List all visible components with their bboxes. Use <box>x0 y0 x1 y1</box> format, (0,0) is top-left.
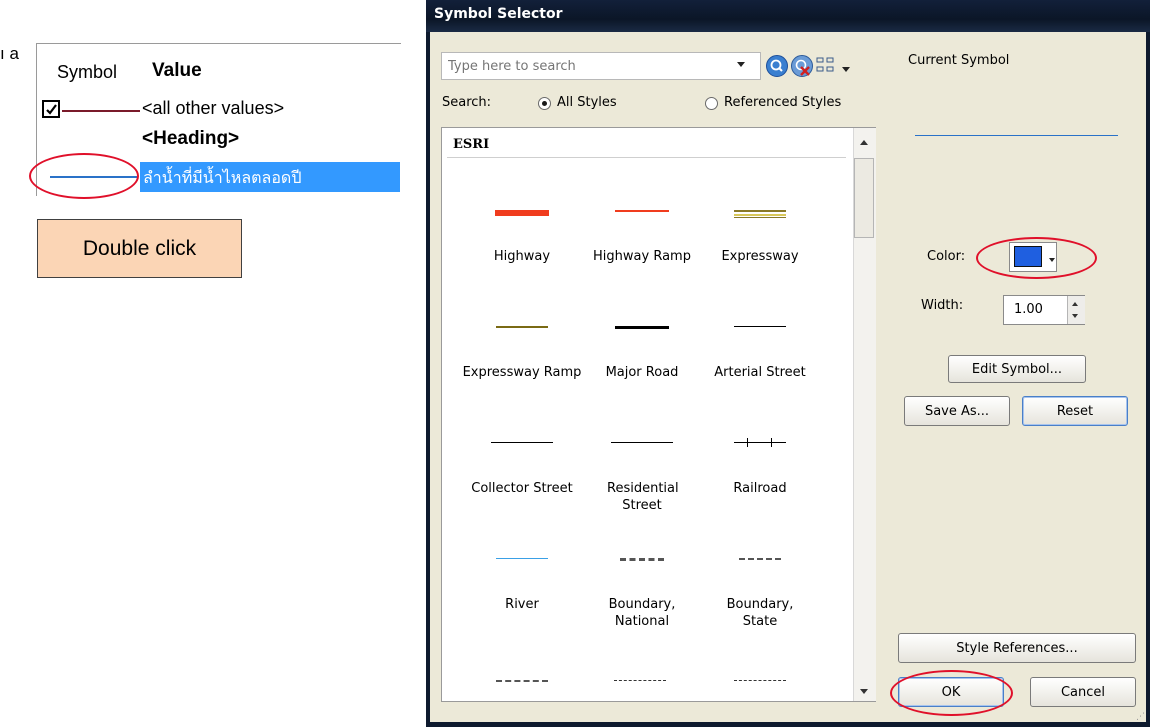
view-options-dropdown-icon[interactable] <box>842 67 850 72</box>
symbol-item-railroad[interactable]: Railroad <box>700 390 820 502</box>
railroad-swatch <box>734 442 786 443</box>
all-other-values-label: <all other values> <box>142 98 285 118</box>
symbol-label: Arterial Street <box>714 365 806 380</box>
column-header-value[interactable]: Value <box>152 60 202 82</box>
radio-all-styles[interactable] <box>538 97 551 110</box>
symbol-item-collector-street[interactable]: Collector Street <box>462 390 582 502</box>
search-input[interactable] <box>448 57 718 75</box>
checkmark-icon <box>46 104 57 115</box>
symbol-label: Major Road <box>605 365 679 380</box>
symbol-label: River <box>505 597 539 612</box>
cropped-text-fragment: ı a <box>0 44 19 63</box>
search-scope-label: Search: <box>442 95 492 110</box>
highway-swatch <box>495 210 549 216</box>
symbol-label: Railroad <box>733 481 787 496</box>
boundary-state-swatch <box>739 558 781 560</box>
resize-grip-icon[interactable]: ⋰ <box>1136 712 1145 722</box>
major-road-swatch <box>615 326 669 329</box>
magnifier-glyph <box>770 59 783 72</box>
spin-down-icon[interactable] <box>1072 314 1078 318</box>
symbol-label: Boundary, National <box>608 597 676 629</box>
expressway-swatch-inner <box>734 214 786 216</box>
symbol-item-expressway[interactable]: Expressway <box>700 158 820 270</box>
column-header-symbol[interactable]: Symbol <box>57 62 117 83</box>
symbol-swatch-partial[interactable] <box>734 680 786 681</box>
double-click-callout: Double click <box>37 219 242 278</box>
width-input[interactable] <box>1014 302 1054 317</box>
collector-street-swatch <box>491 442 553 443</box>
symbol-item-boundary-national[interactable]: Boundary, National <box>582 506 702 629</box>
radio-referenced-styles-label[interactable]: Referenced Styles <box>724 95 841 110</box>
radio-all-styles-label[interactable]: All Styles <box>557 95 617 110</box>
boundary-national-swatch <box>620 558 664 561</box>
symbol-label: Highway Ramp <box>593 249 691 264</box>
reset-button[interactable]: Reset <box>1022 396 1128 426</box>
river-swatch <box>496 558 548 559</box>
width-label: Width: <box>921 298 964 313</box>
expressway-ramp-swatch <box>496 326 548 328</box>
spin-up-icon[interactable] <box>1072 302 1078 306</box>
railroad-tick <box>747 438 748 447</box>
highway-ramp-swatch <box>615 210 669 212</box>
symbol-swatch-partial[interactable] <box>614 680 666 681</box>
width-spinner[interactable] <box>1067 296 1085 324</box>
clear-search-icon[interactable] <box>791 55 813 77</box>
highlight-ellipse-ok <box>890 670 1013 716</box>
symbol-label: Collector Street <box>471 481 573 496</box>
arterial-street-swatch <box>734 326 786 327</box>
symbol-item-major-road[interactable]: Major Road <box>582 274 702 386</box>
residential-street-swatch <box>611 442 673 443</box>
save-as-button[interactable]: Save As... <box>904 396 1010 426</box>
dialog-title: Symbol Selector <box>434 6 563 22</box>
view-options-icon[interactable] <box>816 57 838 79</box>
scroll-down-arrow-icon[interactable] <box>860 689 868 694</box>
dialog-border-left <box>426 32 430 727</box>
symbol-item-highway[interactable]: Highway <box>462 158 582 270</box>
railroad-tick <box>771 438 772 447</box>
radio-referenced-styles[interactable] <box>705 97 718 110</box>
all-other-values-checkbox[interactable] <box>42 100 60 118</box>
edit-symbol-button[interactable]: Edit Symbol... <box>948 355 1086 383</box>
color-label: Color: <box>927 249 966 264</box>
expressway-swatch <box>734 210 786 212</box>
symbol-label: Expressway Ramp <box>462 365 582 380</box>
style-group-header: ESRI <box>453 137 490 152</box>
symbol-label: Expressway <box>721 249 799 264</box>
symbol-swatch-partial[interactable] <box>496 680 548 682</box>
symbol-item-expressway-ramp[interactable]: Expressway Ramp <box>462 274 582 386</box>
current-symbol-label: Current Symbol <box>908 53 1010 68</box>
heading-row-label: <Heading> <box>142 128 240 149</box>
all-other-values-symbol[interactable] <box>62 110 140 112</box>
symbol-item-river[interactable]: River <box>462 506 582 618</box>
clear-glyph <box>795 59 810 76</box>
symbol-item-boundary-state[interactable]: Boundary, State <box>700 506 820 629</box>
highlight-ellipse-symbol <box>29 153 139 199</box>
search-icon[interactable] <box>766 55 788 77</box>
symbol-item-residential-street[interactable]: Residential Street <box>582 390 702 513</box>
symbol-label: Boundary, State <box>726 597 794 629</box>
symbol-label: Highway <box>493 249 551 264</box>
search-input-box[interactable] <box>441 52 761 80</box>
dialog-border-right <box>1146 32 1150 727</box>
current-symbol-preview <box>915 135 1118 136</box>
highlight-ellipse-color <box>976 237 1097 279</box>
selected-value-label: ลำน้ำที่มีน้ำไหลตลอดปี <box>143 168 302 187</box>
search-history-dropdown-icon[interactable] <box>737 62 745 67</box>
scrollbar-thumb[interactable] <box>854 158 874 238</box>
cancel-button[interactable]: Cancel <box>1030 677 1136 707</box>
symbol-item-highway-ramp[interactable]: Highway Ramp <box>582 158 702 270</box>
style-references-button[interactable]: Style References... <box>898 633 1136 663</box>
expressway-swatch-edge <box>734 217 786 218</box>
symbol-item-arterial-street[interactable]: Arterial Street <box>700 274 820 386</box>
dialog-border-bottom <box>426 722 1150 727</box>
scroll-up-arrow-icon[interactable] <box>860 140 868 145</box>
